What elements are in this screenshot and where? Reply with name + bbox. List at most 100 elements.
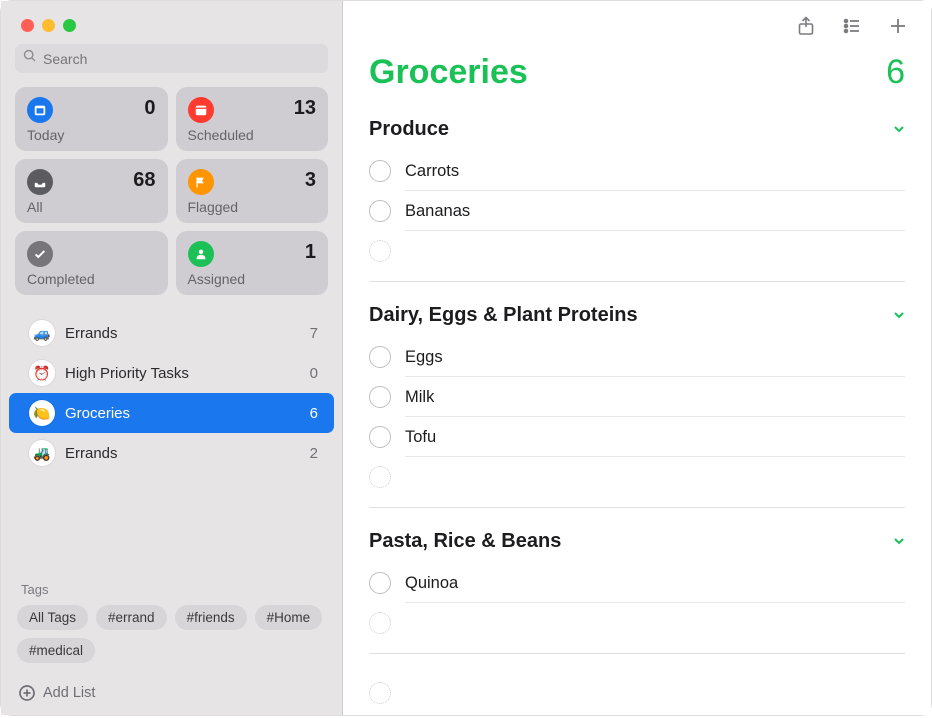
empty-circle-icon [369,682,391,704]
tags-header: Tags [1,568,342,605]
reminder-row[interactable]: Eggs [369,337,905,377]
new-reminder-row[interactable] [369,231,905,271]
reminder-row[interactable]: Quinoa [369,563,905,603]
section-divider [369,653,905,654]
list-emoji-icon: ⏰ [29,360,55,386]
smart-list-scheduled[interactable]: 13 Scheduled [176,87,329,151]
minimize-window-button[interactable] [42,19,55,32]
smart-list-count: 13 [294,97,316,120]
section-divider [369,507,905,508]
reminder-text[interactable]: Quinoa [405,574,905,593]
list-name: Errands [65,325,118,342]
tag-chip[interactable]: #medical [17,638,95,663]
window-controls [1,1,342,44]
share-button[interactable] [795,15,817,37]
smart-list-label: All [27,199,156,215]
new-reminder-row[interactable] [369,603,905,643]
empty-circle-icon [369,466,391,488]
reminder-text[interactable]: Bananas [405,202,905,221]
empty-circle-icon [369,240,391,262]
search-input[interactable] [43,51,320,67]
list-options-button[interactable] [841,15,863,37]
reminder-text[interactable]: Eggs [405,348,905,367]
smart-list-count: 3 [305,169,316,192]
section-title: Produce [369,118,449,141]
section-divider [369,281,905,282]
reminder-row[interactable]: Carrots [369,151,905,191]
smart-list-label: Today [27,127,156,143]
reminder-row[interactable]: Bananas [369,191,905,231]
reminder-row[interactable]: Tofu [369,417,905,457]
chevron-down-icon[interactable] [893,534,905,550]
section-title: Dairy, Eggs & Plant Proteins [369,304,638,327]
list-name: Groceries [65,405,130,422]
reminder-section: Produce Carrots Bananas [343,110,931,282]
smart-list-label: Scheduled [188,127,317,143]
smart-list-all[interactable]: 68 All [15,159,168,223]
smart-list-count: 68 [133,169,155,192]
calendar-icon [188,97,214,123]
complete-toggle[interactable] [369,386,391,408]
sidebar-list-item[interactable]: 🚙 Errands 7 [9,313,334,353]
complete-toggle[interactable] [369,346,391,368]
smart-list-completed[interactable]: Completed [15,231,168,295]
add-list-button[interactable]: Add List [1,675,342,715]
add-list-label: Add List [43,685,95,701]
complete-toggle[interactable] [369,200,391,222]
sidebar-list-item[interactable]: 🍋 Groceries 6 [9,393,334,433]
tag-chip[interactable]: #Home [255,605,323,630]
new-reminder-row[interactable] [369,457,905,497]
smart-list-count: 0 [144,97,155,120]
close-window-button[interactable] [21,19,34,32]
chevron-down-icon[interactable] [893,122,905,138]
complete-toggle[interactable] [369,572,391,594]
search-field[interactable] [15,44,328,73]
reminder-text[interactable]: Tofu [405,428,905,447]
reminder-text[interactable]: Carrots [405,162,905,181]
complete-toggle[interactable] [369,426,391,448]
reminder-text[interactable]: Milk [405,388,905,407]
list-title: Groceries [369,53,528,92]
reminder-row[interactable]: Milk [369,377,905,417]
main-content: Groceries 6 Produce Carrots Bananas Dair… [343,1,931,715]
list-count: 2 [310,445,318,462]
list-count: 6 [310,405,318,422]
list-count: 6 [886,53,905,92]
smart-list-flagged[interactable]: 3 Flagged [176,159,329,223]
toolbar [343,1,931,45]
smart-list-assigned[interactable]: 1 Assigned [176,231,329,295]
smart-list-label: Flagged [188,199,317,215]
section-header[interactable]: Pasta, Rice & Beans [369,522,905,563]
new-reminder-row[interactable] [343,668,931,718]
smart-list-today[interactable]: 0 Today [15,87,168,151]
sections-container: Produce Carrots Bananas Dairy, Eggs & Pl… [343,110,931,668]
chevron-down-icon[interactable] [893,308,905,324]
list-name: Errands [65,445,118,462]
user-lists: 🚙 Errands 7⏰ High Priority Tasks 0🍋 Groc… [1,313,342,568]
checkmark-icon [27,241,53,267]
section-header[interactable]: Produce [369,110,905,151]
sidebar-list-item[interactable]: ⏰ High Priority Tasks 0 [9,353,334,393]
sidebar-list-item[interactable]: 🚜 Errands 2 [9,433,334,473]
list-count: 0 [310,365,318,382]
tag-chip[interactable]: All Tags [17,605,88,630]
list-emoji-icon: 🚜 [29,440,55,466]
list-emoji-icon: 🚙 [29,320,55,346]
search-icon [23,49,37,68]
complete-toggle[interactable] [369,160,391,182]
list-emoji-icon: 🍋 [29,400,55,426]
calendar-today-icon [27,97,53,123]
fullscreen-window-button[interactable] [63,19,76,32]
tag-chip[interactable]: #errand [96,605,167,630]
add-reminder-button[interactable] [887,15,909,37]
person-icon [188,241,214,267]
tags-container: All Tags #errand #friends #Home #medical [1,605,342,675]
smart-list-label: Completed [27,271,156,287]
reminder-section: Pasta, Rice & Beans Quinoa [343,522,931,654]
sidebar: 0 Today 13 Scheduled 68 [1,1,343,715]
smart-lists-grid: 0 Today 13 Scheduled 68 [1,87,342,295]
smart-list-label: Assigned [188,271,317,287]
section-header[interactable]: Dairy, Eggs & Plant Proteins [369,296,905,337]
tag-chip[interactable]: #friends [175,605,247,630]
list-name: High Priority Tasks [65,365,189,382]
